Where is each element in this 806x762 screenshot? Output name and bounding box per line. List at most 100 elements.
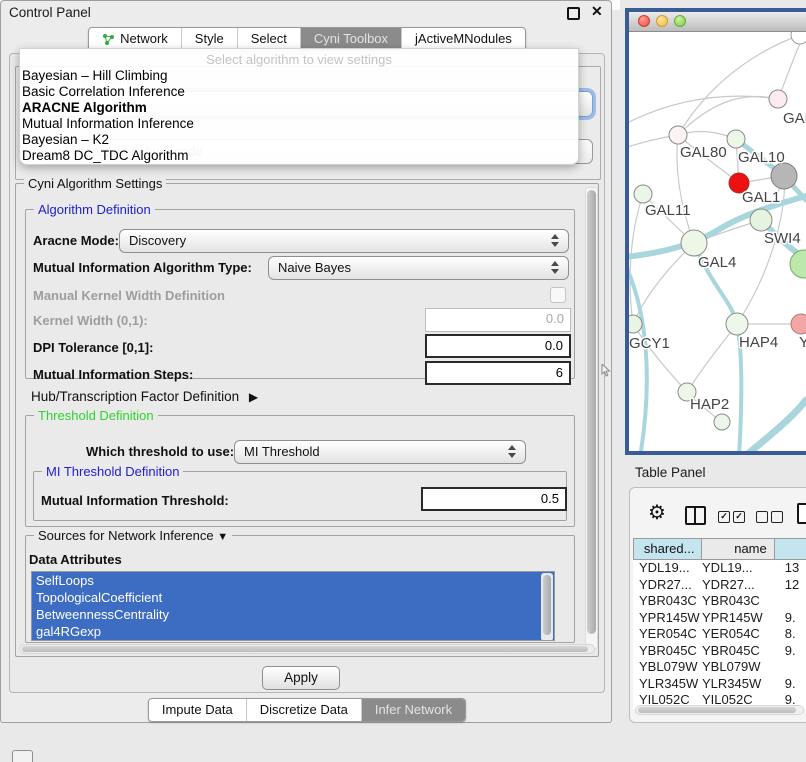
which-threshold-combobox[interactable]: MI Threshold [234, 440, 526, 464]
mi-threshold-field[interactable]: 0.5 [421, 487, 567, 511]
node-label-gal4: GAL4 [698, 254, 736, 271]
tab-impute-data[interactable]: Impute Data [149, 699, 247, 721]
mi-type-label: Mutual Information Algorithm Type: [33, 260, 252, 275]
tab-infer-network[interactable]: Infer Network [362, 699, 465, 721]
table-row[interactable]: YDL19...YDL19...13 [633, 560, 806, 577]
dpi-tolerance-label: DPI Tolerance [0,1]: [33, 340, 153, 355]
network-node[interactable] [771, 163, 797, 189]
tab-impute-data-label: Impute Data [162, 699, 233, 721]
list-vertical-scrollbar[interactable] [541, 573, 553, 641]
partial-corner-button[interactable] [12, 750, 33, 762]
close-icon[interactable]: ✕ [591, 3, 603, 20]
hub-definition-label: Hub/Transcription Factor Definition [31, 389, 239, 404]
attribute-item-gal4rgexp[interactable]: gal4RGexp [32, 623, 554, 640]
algorithm-option-bayesian-hill-climbing[interactable]: Bayesian – Hill Climbing [20, 68, 578, 84]
cyni-bottom-tab-bar: Impute Data Discretize DataInfer Network [1, 698, 613, 722]
table-row[interactable]: YLR345WYLR345W9. [633, 676, 806, 693]
table-cell: 9. [785, 610, 806, 627]
close-traffic-light[interactable] [638, 15, 650, 27]
apply-button[interactable]: Apply [262, 666, 340, 690]
select-all-columns-icon[interactable]: ✓✓ [718, 511, 745, 523]
tab-cyni-toolbox[interactable]: Cyni Toolbox [301, 28, 402, 50]
node-label-gal10: GAL10 [738, 149, 785, 166]
attribute-item-selfloops[interactable]: SelfLoops [32, 572, 554, 589]
column-header-name[interactable]: name [702, 538, 774, 560]
network-node[interactable] [791, 32, 806, 44]
tab-network[interactable]: Network [89, 28, 182, 50]
settings-group-title: Cyni Algorithm Settings [24, 176, 166, 191]
gear-icon[interactable]: ⚙ [648, 503, 666, 523]
expand-down-icon[interactable]: ▼ [217, 531, 228, 543]
scrollbar-thumb[interactable] [22, 646, 588, 652]
algorithm-option-bayesian-k2[interactable]: Bayesian – K2 [20, 132, 578, 148]
tab-style[interactable]: Style [182, 28, 238, 50]
scrollbar-thumb[interactable] [638, 707, 796, 713]
aracne-mode-combobox[interactable]: Discovery [119, 229, 569, 253]
settings-vertical-scrollbar[interactable] [585, 187, 598, 649]
mi-steps-field[interactable]: 6 [425, 361, 571, 385]
deselect-all-columns-icon[interactable] [756, 511, 783, 523]
window-title: Control Panel [9, 5, 91, 20]
kernel-width-field[interactable]: 0.0 [425, 308, 571, 332]
table-cell: YER054C [702, 626, 785, 643]
hub-definition-expander[interactable]: Hub/Transcription Factor Definition ▶ [31, 389, 258, 404]
attribute-item-topologicalcoefficient[interactable]: TopologicalCoefficient [32, 589, 554, 606]
algorithm-option-dream8-dc-tdc-algorithm[interactable]: Dream8 DC_TDC Algorithm [20, 148, 578, 164]
table-row[interactable]: YBL079WYBL079W [633, 659, 806, 676]
table-cell [785, 593, 806, 610]
dpi-tolerance-field[interactable]: 0.0 [425, 334, 571, 358]
tab-discretize-data[interactable]: Discretize Data [247, 699, 362, 721]
network-node-swi4[interactable] [750, 209, 772, 231]
network-node-gal10[interactable] [727, 130, 745, 148]
settings-horizontal-scrollbar[interactable] [19, 644, 595, 654]
tab-cyni-toolbox-label: Cyni Toolbox [314, 28, 388, 50]
table-cell: YER054C [633, 626, 702, 643]
network-node-hap4[interactable] [726, 313, 748, 335]
network-node-gal80[interactable] [669, 126, 687, 144]
node-label-gal11: GAL11 [645, 202, 691, 219]
mouse-cursor-icon [601, 364, 612, 377]
tab-style-label: Style [195, 28, 224, 50]
tab-select[interactable]: Select [238, 28, 301, 50]
algorithm-option-aracne-algorithm[interactable]: ARACNE Algorithm [20, 100, 578, 116]
attribute-item-betweennesscentrality[interactable]: BetweennessCentrality [32, 606, 554, 623]
mi-steps-label: Mutual Information Steps: [33, 367, 193, 382]
network-node-gal11[interactable] [634, 185, 652, 203]
mi-type-combobox[interactable]: Naive Bayes [268, 256, 569, 280]
algorithm-option-mutual-information-inference[interactable]: Mutual Information Inference [20, 116, 578, 132]
column-header-col2[interactable] [775, 538, 806, 560]
network-canvas[interactable]: GALGAL80GAL10GAL1GAL11SWI4GAL4GCY1HAP4YH… [629, 32, 806, 451]
data-attributes-list[interactable]: SelfLoopsTopologicalCoefficientBetweenne… [31, 571, 555, 641]
network-node-gal[interactable] [769, 90, 787, 108]
network-node-gcy1[interactable] [629, 315, 642, 333]
table-row[interactable]: YDR27...YDR27...12 [633, 577, 806, 594]
table-row[interactable]: YBR045CYBR045C9. [633, 643, 806, 660]
table-row[interactable]: YER054CYER054C8. [633, 626, 806, 643]
float-window-icon[interactable] [567, 7, 580, 20]
table-horizontal-scrollbar[interactable] [635, 705, 804, 715]
minimize-traffic-light[interactable] [656, 15, 668, 27]
column-header-shared[interactable]: shared... [633, 538, 702, 560]
network-node-y[interactable] [791, 314, 806, 334]
algorithm-option-basic-correlation-inference[interactable]: Basic Correlation Inference [20, 84, 578, 100]
expand-right-icon: ▶ [249, 390, 258, 404]
aracne-mode-value: Discovery [129, 233, 186, 248]
table-cell: 8. [785, 626, 806, 643]
export-table-icon[interactable] [797, 503, 806, 524]
table-row[interactable]: YBR043CYBR043C [633, 593, 806, 610]
network-node[interactable] [714, 414, 730, 430]
tab-jactivemnodules-label: jActiveMNodules [415, 28, 512, 50]
zoom-traffic-light[interactable] [674, 15, 686, 27]
scrollbar-thumb[interactable] [543, 575, 551, 635]
node-label-gal1: GAL1 [742, 189, 780, 206]
network-node[interactable] [790, 250, 806, 278]
network-window-titlebar[interactable] [629, 12, 806, 32]
tab-jactivemnodules[interactable]: jActiveMNodules [402, 28, 525, 50]
table-row[interactable]: YPR145WYPR145W9. [633, 610, 806, 627]
manual-kernel-checkbox[interactable] [550, 287, 566, 303]
scrollbar-thumb[interactable] [587, 190, 596, 634]
network-node-gal4[interactable] [681, 230, 707, 256]
table-cell: YLR345W [633, 676, 702, 693]
split-columns-icon[interactable] [685, 506, 706, 525]
node-label-gal80: GAL80 [680, 144, 727, 161]
